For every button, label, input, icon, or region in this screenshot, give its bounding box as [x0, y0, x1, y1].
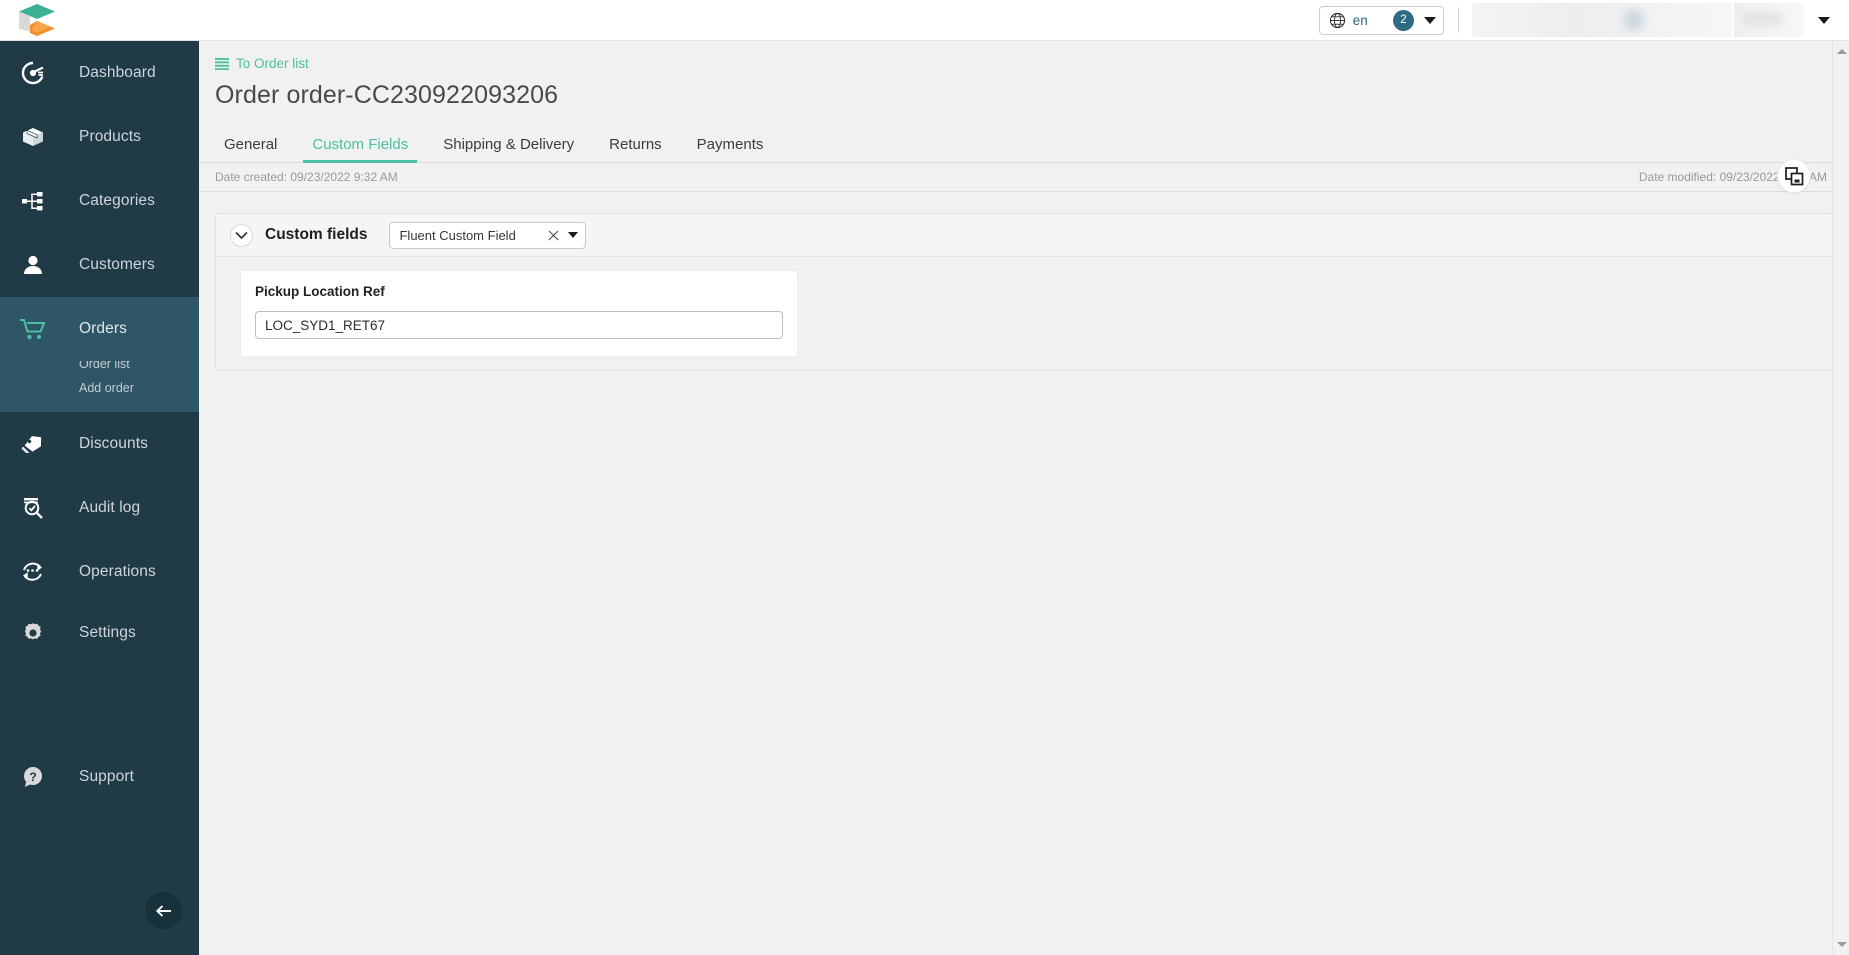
- user-account-area[interactable]: [1472, 3, 1732, 37]
- custom-field-select[interactable]: Fluent Custom Field: [389, 222, 586, 249]
- shopping-cart-icon: [18, 314, 48, 344]
- tab-bar: General Custom Fields Shipping & Deliver…: [199, 128, 1849, 163]
- breadcrumb-label: To Order list: [236, 56, 309, 71]
- sidebar-item-label: Orders: [79, 320, 127, 338]
- scrollbar-thumb[interactable]: [1835, 63, 1848, 213]
- magnifier-check-icon: [18, 493, 48, 523]
- cube-logo-icon: [18, 3, 56, 37]
- breadcrumb[interactable]: To Order list: [199, 41, 1849, 71]
- sitemap-icon: [18, 186, 48, 216]
- sidebar-item-label: Customers: [79, 256, 155, 274]
- sidebar-subitem-add-order[interactable]: Add order: [0, 376, 199, 400]
- tab-custom-fields[interactable]: Custom Fields: [303, 136, 417, 162]
- panel-collapse-toggle[interactable]: [230, 224, 253, 247]
- sidebar-item-settings[interactable]: Settings: [0, 601, 199, 665]
- sidebar-item-label: Discounts: [79, 435, 148, 453]
- sidebar-item-discounts[interactable]: Discounts: [0, 412, 199, 476]
- language-selector[interactable]: en 2: [1319, 6, 1444, 35]
- tab-shipping-delivery[interactable]: Shipping & Delivery: [434, 136, 583, 162]
- sidebar-item-label: Support: [79, 768, 134, 786]
- sidebar-item-audit-log[interactable]: Audit log: [0, 476, 199, 540]
- page-title: Order order-CC230922093206: [199, 71, 1849, 110]
- pickup-location-ref-input[interactable]: [255, 311, 783, 339]
- date-meta-row: Date created: 09/23/2022 9:32 AM Date mo…: [199, 163, 1849, 192]
- date-created: Date created: 09/23/2022 9:32 AM: [215, 170, 398, 184]
- tags-icon: [18, 429, 48, 459]
- duplicate-icon: [1785, 167, 1804, 186]
- sidebar-item-label: Categories: [79, 192, 155, 210]
- app-logo[interactable]: [0, 0, 199, 41]
- chevron-down-icon: [1424, 17, 1436, 24]
- sidebar-item-label: Dashboard: [79, 64, 156, 82]
- user-account-extra[interactable]: [1734, 3, 1804, 37]
- custom-field-card: Pickup Location Ref: [240, 270, 798, 357]
- refresh-dots-icon: [18, 557, 48, 587]
- sidebar-item-customers[interactable]: Customers: [0, 233, 199, 297]
- language-badge: 2: [1393, 10, 1414, 31]
- box-icon: [18, 122, 48, 152]
- chevron-down-icon[interactable]: [568, 232, 578, 238]
- user-menu-chevron-down-icon[interactable]: [1818, 17, 1830, 24]
- gear-icon: [18, 618, 48, 648]
- sidebar: Dashboard Products Categories: [0, 41, 199, 955]
- language-value: en: [1353, 13, 1368, 28]
- header-right-cluster: en 2: [1319, 0, 1849, 40]
- tab-payments[interactable]: Payments: [688, 136, 773, 162]
- sidebar-item-label: Products: [79, 128, 141, 146]
- panel-title: Custom fields: [265, 226, 367, 244]
- custom-fields-panel-body: Pickup Location Ref: [216, 257, 1832, 370]
- sidebar-item-products[interactable]: Products: [0, 105, 199, 169]
- globe-icon: [1329, 12, 1346, 29]
- sidebar-item-orders[interactable]: Orders: [0, 297, 199, 361]
- question-mark-icon: ?: [18, 762, 48, 792]
- arrow-left-icon: [154, 901, 174, 921]
- sidebar-item-label: Audit log: [79, 499, 140, 517]
- sidebar-item-dashboard[interactable]: Dashboard: [0, 41, 199, 105]
- sidebar-item-operations[interactable]: Operations: [0, 540, 199, 604]
- main-content: To Order list Order order-CC230922093206…: [199, 41, 1849, 955]
- tab-general[interactable]: General: [215, 136, 286, 162]
- custom-fields-panel: Custom fields Fluent Custom Field Pickup…: [215, 213, 1833, 371]
- triangle-up-icon[interactable]: [1837, 49, 1847, 54]
- user-icon: [18, 250, 48, 280]
- sidebar-group-orders: Orders Order list Add order: [0, 297, 199, 412]
- sidebar-collapse-button[interactable]: [145, 892, 182, 929]
- sidebar-item-categories[interactable]: Categories: [0, 169, 199, 233]
- list-icon: [215, 58, 229, 70]
- sidebar-item-label: Operations: [79, 563, 156, 581]
- header-divider: [1458, 7, 1459, 33]
- top-bar: en 2: [0, 0, 1849, 41]
- chevron-down-icon: [235, 231, 248, 240]
- custom-field-select-value: Fluent Custom Field: [399, 228, 547, 243]
- vertical-scrollbar[interactable]: [1832, 41, 1849, 955]
- close-x-icon[interactable]: [547, 229, 560, 242]
- sidebar-item-support[interactable]: ? Support: [0, 745, 199, 809]
- custom-fields-panel-header: Custom fields Fluent Custom Field: [216, 214, 1832, 257]
- tab-returns[interactable]: Returns: [600, 136, 671, 162]
- triangle-down-icon[interactable]: [1837, 942, 1847, 947]
- field-label: Pickup Location Ref: [255, 284, 783, 299]
- duplicate-order-button[interactable]: [1777, 159, 1811, 193]
- speedometer-icon: [18, 58, 48, 88]
- svg-text:?: ?: [29, 770, 36, 784]
- sidebar-item-label: Settings: [79, 624, 136, 642]
